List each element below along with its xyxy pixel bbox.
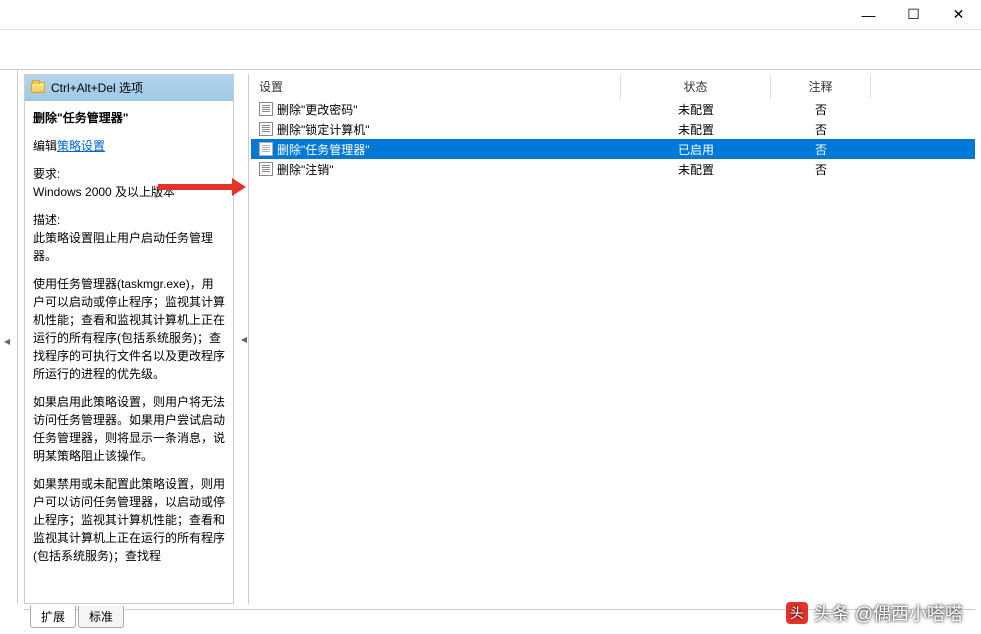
folder-icon (31, 82, 45, 93)
policy-icon (259, 162, 273, 176)
tabs: 扩展 标准 (30, 606, 124, 628)
annotation-arrow (158, 184, 234, 190)
details-header: Ctrl+Alt+Del 选项 (25, 75, 233, 101)
policy-icon (259, 122, 273, 136)
minimize-button[interactable]: — (846, 0, 891, 30)
list-body: 删除"更改密码" 未配置 否 删除"锁定计算机" 未配置 否 删除"任务管理器"… (251, 99, 975, 179)
description-p2: 使用任务管理器(taskmgr.exe)，用户可以启动或停止程序；监视其计算机性… (33, 275, 225, 383)
requirements-label: 要求: (33, 165, 225, 183)
description-p3: 如果启用此策略设置，则用户将无法访问任务管理器。如果用户尝试启动任务管理器，则将… (33, 393, 225, 465)
policy-icon (259, 102, 273, 116)
policy-row[interactable]: 删除"锁定计算机" 未配置 否 (251, 119, 975, 139)
column-comment[interactable]: 注释 (771, 74, 871, 99)
description-label: 描述: (33, 211, 225, 229)
column-status[interactable]: 状态 (621, 74, 771, 99)
toolbar (0, 30, 981, 70)
details-body: 删除"任务管理器" 编辑策略设置 要求: Windows 2000 及以上版本 … (25, 101, 233, 603)
edit-row: 编辑策略设置 (33, 137, 225, 155)
policy-row[interactable]: 删除"注销" 未配置 否 (251, 159, 975, 179)
policy-row-selected[interactable]: 删除"任务管理器" 已启用 否 (251, 139, 975, 159)
column-setting[interactable]: 设置 (251, 74, 621, 99)
details-panel: Ctrl+Alt+Del 选项 删除"任务管理器" 编辑策略设置 要求: Win… (24, 74, 234, 604)
tree-collapse-handle[interactable] (0, 70, 18, 604)
policy-list: 设置 状态 注释 删除"更改密码" 未配置 否 删除"锁定计算机" 未配置 否 … (248, 74, 975, 604)
header-title: Ctrl+Alt+Del 选项 (51, 79, 143, 96)
policy-row[interactable]: 删除"更改密码" 未配置 否 (251, 99, 975, 119)
list-header: 设置 状态 注释 (251, 74, 975, 99)
splitter-handle[interactable] (240, 74, 248, 604)
policy-icon (259, 142, 273, 156)
maximize-button[interactable]: ☐ (891, 0, 936, 30)
policy-title: 删除"任务管理器" (33, 109, 225, 127)
edit-policy-link[interactable]: 策略设置 (57, 139, 105, 153)
titlebar: — ☐ ✕ (0, 0, 981, 30)
description-p1: 此策略设置阻止用户启动任务管理器。 (33, 229, 225, 265)
close-button[interactable]: ✕ (936, 0, 981, 30)
watermark: 头 头条 @偶西小嗒嗒 (786, 600, 963, 626)
content-panel: 设置 状态 注释 删除"更改密码" 未配置 否 删除"锁定计算机" 未配置 否 … (240, 74, 975, 604)
description-p4: 如果禁用或未配置此策略设置，则用户可以访问任务管理器，以启动或停止程序；监视其计… (33, 475, 225, 565)
watermark-icon: 头 (786, 602, 808, 624)
tab-standard[interactable]: 标准 (78, 606, 124, 628)
tab-extended[interactable]: 扩展 (30, 605, 76, 628)
